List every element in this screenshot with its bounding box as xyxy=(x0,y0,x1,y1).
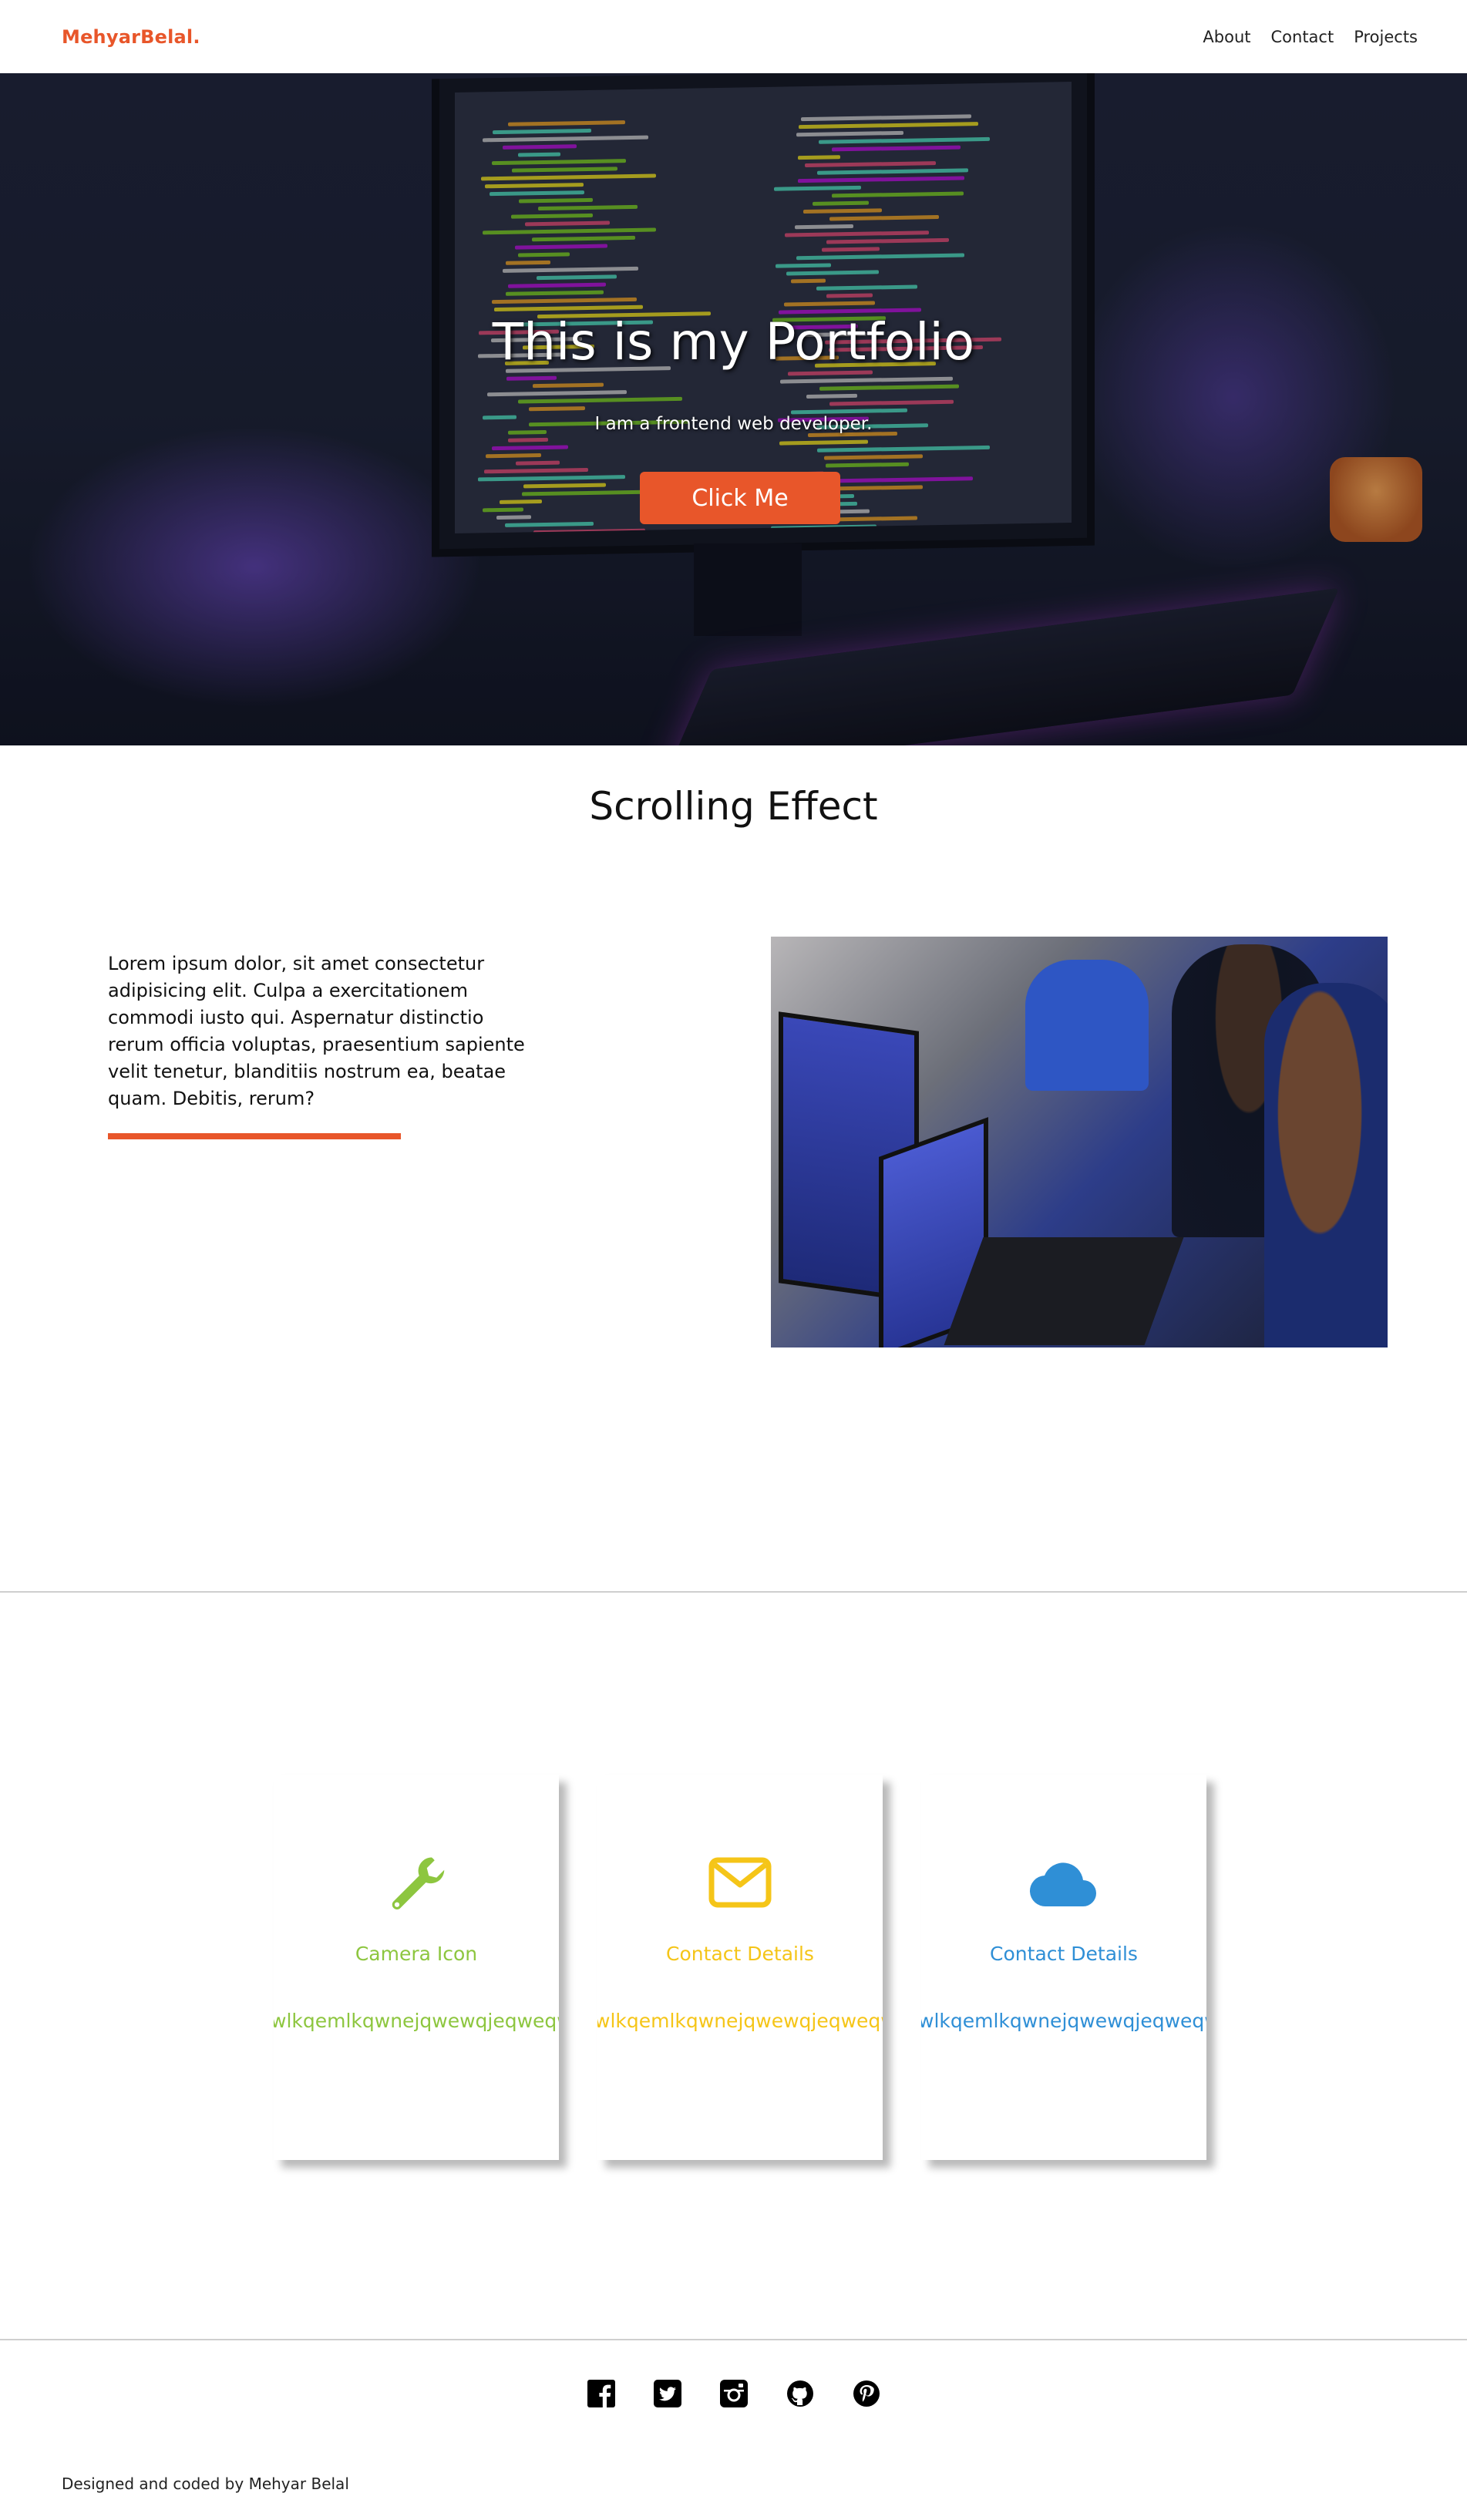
hero-overlay xyxy=(0,73,1467,745)
section-divider xyxy=(0,1591,1467,1593)
card-text: wlkqemlkqwnejqwewqjeqweqw xyxy=(274,2010,559,2032)
hero-banner: This is my Portfolio I am a frontend web… xyxy=(0,73,1467,745)
hero-title: This is my Portfolio xyxy=(492,312,975,372)
photo-person-man xyxy=(1264,983,1388,1347)
card-title: Contact Details xyxy=(666,1943,814,1965)
card-title: Camera Icon xyxy=(355,1943,478,1965)
feature-card: Contact Details wlkqemlkqwnejqwewqjeqweq… xyxy=(921,1775,1206,2160)
photo-keyboard xyxy=(944,1237,1184,1345)
envelope-icon xyxy=(597,1852,883,1913)
nav-link-about[interactable]: About xyxy=(1203,28,1250,46)
accent-underline xyxy=(108,1133,401,1139)
photo-background-person xyxy=(1025,960,1149,1091)
click-me-button[interactable]: Click Me xyxy=(640,472,840,524)
nav-link-projects[interactable]: Projects xyxy=(1354,28,1418,46)
nav-link-contact[interactable]: Contact xyxy=(1271,28,1334,46)
feature-card: Contact Details wlkqemlkqwnejqwewqjeqweq… xyxy=(597,1775,883,2160)
team-photo xyxy=(771,937,1388,1347)
footer-credit: Designed and coded by Mehyar Belal xyxy=(62,2475,349,2493)
github-icon[interactable] xyxy=(786,2379,815,2408)
wrench-icon xyxy=(274,1852,559,1913)
cloud-icon xyxy=(921,1852,1206,1913)
footer-divider xyxy=(0,2339,1467,2340)
social-links xyxy=(0,2379,1467,2408)
nav-links: About Contact Projects xyxy=(1203,28,1418,46)
facebook-icon[interactable] xyxy=(587,2379,616,2408)
section-paragraph: Lorem ipsum dolor, sit amet consectetur … xyxy=(108,953,525,1109)
feature-card: Camera Icon wlkqemlkqwnejqwewqjeqweqw xyxy=(274,1775,559,2160)
top-navbar: MehyarBelal. About Contact Projects xyxy=(0,0,1467,73)
instagram-icon[interactable] xyxy=(719,2379,749,2408)
brand-logo[interactable]: MehyarBelal. xyxy=(62,26,200,48)
card-text: wlkqemlkqwnejqwewqjeqweqw xyxy=(597,2010,883,2032)
hero-subtitle: I am a frontend web developer. xyxy=(594,414,873,434)
section-title: Scrolling Effect xyxy=(589,784,878,829)
card-text: wlkqemlkqwnejqwewqjeqweqw xyxy=(921,2010,1206,2032)
card-title: Contact Details xyxy=(990,1943,1138,1965)
twitter-icon[interactable] xyxy=(653,2379,682,2408)
pinterest-icon[interactable] xyxy=(852,2379,881,2408)
